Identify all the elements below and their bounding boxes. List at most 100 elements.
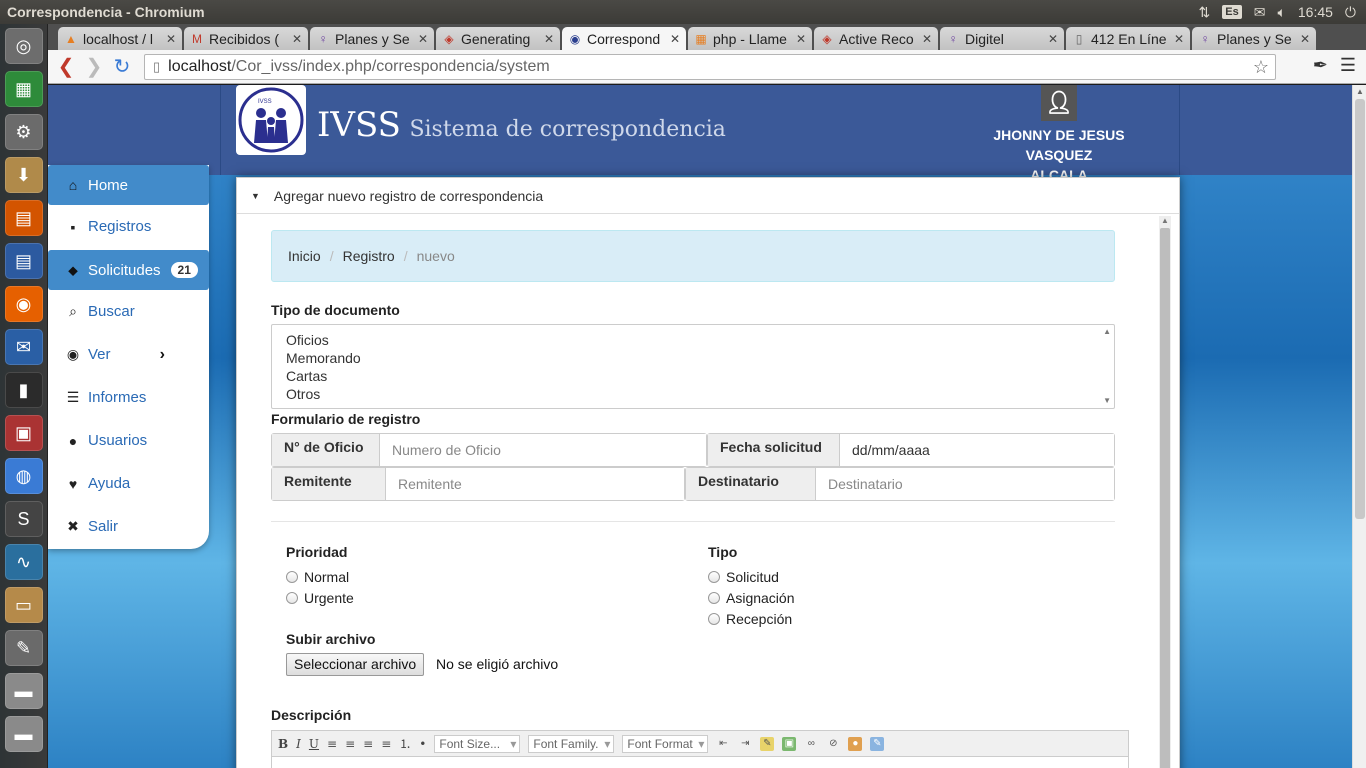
eyedropper-icon[interactable]: ✒ [1313,55,1328,76]
doc-type-listbox[interactable]: Oficios Memorando Cartas Otros ▲ ▼ [271,324,1115,409]
unlink-icon[interactable]: ⊘ [826,737,840,751]
browser-tab[interactable]: ♀ Planes y Se ✕ [310,27,434,50]
select-file-button[interactable]: Seleccionar archivo [286,653,425,676]
browser-tab[interactable]: ▲ localhost / l ✕ [58,27,182,50]
sidebar-item-informes[interactable]: ☰ Informes [48,376,209,419]
keyboard-layout-indicator[interactable]: Es [1222,5,1242,19]
browser-tab[interactable]: ▯ 412 En Líne ✕ [1066,27,1190,50]
text-editor-icon[interactable]: ✎ [4,630,43,666]
scroll-up-icon[interactable]: ▲ [1161,216,1169,225]
doc-type-option[interactable]: Cartas [286,367,1100,385]
tab-close-icon[interactable]: ✕ [1300,32,1310,46]
prioridad-urgente-radio[interactable]: Urgente [286,590,354,606]
browser-tab[interactable]: ◉ Correspond ✕ [562,27,686,50]
doc-type-option[interactable]: Oficios [286,331,1100,349]
firefox-icon[interactable]: ◉ [4,286,43,322]
back-button[interactable]: ❮ [52,53,80,81]
address-bar[interactable]: ▯ localhost/Cor_ivss/index.php/correspon… [144,54,1276,80]
doc-type-option[interactable]: Otros [286,385,1100,403]
oficio-input[interactable]: Numero de Oficio [380,434,706,466]
sidebar-item-registros[interactable]: ▪ Registros [48,205,209,248]
inner-scroll-thumb[interactable] [1160,228,1170,768]
align-right-icon[interactable]: ≡ [363,737,373,751]
tab-close-icon[interactable]: ✕ [1174,32,1184,46]
chromium-icon[interactable]: ◍ [4,458,43,494]
listbox-up-icon[interactable]: ▲ [1103,327,1111,337]
presentation-icon[interactable]: ▤ [4,200,43,236]
sublime-icon[interactable]: S [4,501,43,537]
font-format-select[interactable]: Font Format [622,734,709,753]
breadcrumb-registro[interactable]: Registro [343,248,395,264]
sidebar-item-usuarios[interactable]: ● Usuarios [48,419,209,462]
drive2-icon[interactable]: ▬ [4,716,43,752]
underline-button[interactable]: U [309,737,319,751]
settings-icon[interactable]: ⚙ [4,114,43,150]
browser-tab[interactable]: ▦ php - Llame ✕ [688,27,812,50]
panel-header[interactable]: ▼ Agregar nuevo registro de corresponden… [237,178,1179,214]
bold-button[interactable]: B [278,737,288,751]
system-monitor-icon[interactable]: ∿ [4,544,43,580]
browser-tab[interactable]: M Recibidos (✕ [184,27,308,50]
thunderbird-icon[interactable]: ✉ [4,329,43,365]
unordered-list-icon[interactable]: • [419,737,426,751]
tab-close-icon[interactable]: ✕ [670,32,680,46]
fecha-input[interactable]: dd/mm/aaaa [840,434,1114,466]
archive-icon[interactable]: ▣ [4,415,43,451]
menu-icon[interactable]: ☰ [1340,55,1356,76]
radio-circle[interactable] [286,571,298,583]
link-icon[interactable]: ∞ [804,737,818,751]
page-scrollbar[interactable]: ▲ [1352,85,1366,768]
mail-icon[interactable]: ✉ [1254,4,1266,21]
font-size-select[interactable]: Font Size... [434,734,521,753]
chevron-right-icon[interactable]: › [160,346,165,364]
prioridad-normal-radio[interactable]: Normal [286,569,349,585]
tipo-recepcion-radio[interactable]: Recepción [708,611,792,627]
radio-circle[interactable] [286,592,298,604]
sidebar-item-buscar[interactable]: ⌕ Buscar [48,290,209,333]
breadcrumb-inicio[interactable]: Inicio [288,248,321,264]
align-center-icon[interactable]: ≡ [345,737,355,751]
sidebar-item-salir[interactable]: ✖ Salir [48,505,209,548]
outdent-icon[interactable]: ⇤ [716,737,730,751]
sidebar-item-ayuda[interactable]: ♥ Ayuda [48,462,209,505]
volume-icon[interactable]: 🔈︎ [1277,4,1285,21]
tipo-solicitud-radio[interactable]: Solicitud [708,569,779,585]
sidebar-item-home[interactable]: ⌂ Home [48,165,209,205]
listbox-down-icon[interactable]: ▼ [1103,396,1111,406]
files-download-icon[interactable]: ⬇ [4,157,43,193]
tab-close-icon[interactable]: ✕ [418,32,428,46]
ubuntu-dash-icon[interactable]: ◎ [4,28,43,64]
html-source-icon[interactable]: ✎ [870,736,885,751]
sidebar-item-ver[interactable]: ◉ Ver › [48,333,209,376]
browser-tab[interactable]: ♀ Digitel ✕ [940,27,1064,50]
user-box[interactable]: 👤︎ JHONNY DE JESUS VASQUEZ ALCALA [959,85,1159,185]
color-icon[interactable]: ● [848,736,863,751]
tab-close-icon[interactable]: ✕ [544,32,554,46]
forward-button[interactable]: ❯ [80,53,108,81]
network-icon[interactable]: ⇅ [1199,4,1211,21]
page-scroll-thumb[interactable] [1355,99,1365,519]
align-justify-icon[interactable]: ≡ [381,737,391,751]
tab-close-icon[interactable]: ✕ [292,32,302,46]
scroll-up-icon[interactable]: ▲ [1356,87,1364,96]
clock[interactable]: 16:45 [1298,4,1333,20]
radio-circle[interactable] [708,592,720,604]
destinatario-input[interactable]: Destinatario [816,468,1114,500]
indent-icon[interactable]: ⇥ [738,737,752,751]
italic-button[interactable]: I [296,737,301,751]
font-family-select[interactable]: Font Family. [528,734,615,753]
tipo-asignacion-radio[interactable]: Asignación [708,590,795,606]
spreadsheet-icon[interactable]: ▦ [4,71,43,107]
radio-circle[interactable] [708,613,720,625]
align-left-icon[interactable]: ≡ [327,737,337,751]
radio-circle[interactable] [708,571,720,583]
sidebar-item-solicitudes[interactable]: ⬥ Solicitudes 21 [48,250,209,290]
bookmark-star-icon[interactable]: ☆ [1253,57,1269,78]
insert-image-icon[interactable]: ▣ [782,736,797,751]
browser-tab[interactable]: ◈ Active Reco ✕ [814,27,938,50]
terminal-icon[interactable]: ▮ [4,372,43,408]
browser-tab[interactable]: ♀ Planes y Se ✕ [1192,27,1316,50]
reload-button[interactable]: ↻ [108,53,136,81]
ordered-list-icon[interactable]: ⒈ [399,735,411,752]
package-icon[interactable]: ▭ [4,587,43,623]
